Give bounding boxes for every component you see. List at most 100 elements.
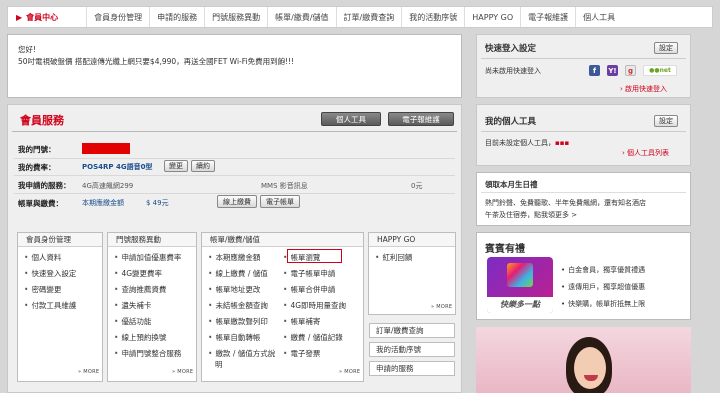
nav-member-center[interactable]: ▶ 會員中心: [8, 7, 88, 27]
bill-text: 本期應繳金額: [82, 199, 124, 207]
column-happygo: HAPPY GO • 紅利回饋 » MORE: [368, 232, 456, 315]
phone-number-redacted: [82, 143, 130, 154]
phone-label: 我的門號：: [18, 145, 56, 154]
birthday-title: 領取本月生日禮: [485, 180, 538, 189]
yahoo-icon[interactable]: Y!: [607, 65, 618, 76]
tools-list-link[interactable]: › 個人工具列表: [622, 148, 669, 158]
plan-value: POS4RP 4G語音0型: [82, 163, 153, 171]
nav-item[interactable]: 帳單/繳費/儲值: [268, 7, 337, 27]
newsletter-button[interactable]: 電子報維護: [388, 112, 454, 126]
link-item[interactable]: • 本期應繳金額: [208, 252, 260, 263]
renew-button[interactable]: 續約: [191, 160, 215, 172]
member-services: 會員服務 個人工具 電子報維護 我的門號： 我的費率： POS4RP 4G語音0…: [7, 104, 462, 393]
quick-login-title: 快速登入設定: [485, 44, 537, 54]
link-item[interactable]: • 查詢推薦資費: [114, 284, 166, 295]
nav-item[interactable]: 我的活動序號: [402, 7, 466, 27]
orders-query-button[interactable]: 訂單/繳費查詢: [369, 323, 455, 338]
activity-serial-button[interactable]: 我的活動序號: [369, 342, 455, 357]
enable-quick-login-link[interactable]: › 啟用快速登入: [620, 84, 667, 94]
link-item[interactable]: • 帳單繳款聲列印: [208, 316, 268, 327]
personal-tools-box: 我的個人工具 設定 目前未設定個人工具，▪▪▪ › 個人工具列表: [476, 104, 691, 166]
happygo-logo-icon: [507, 263, 533, 287]
nav-item[interactable]: 電子報維護: [521, 7, 577, 27]
quick-login-status: 尚未啟用快速登入: [485, 67, 541, 75]
nav-item[interactable]: HAPPY GO: [465, 7, 522, 27]
birthday-gift-box[interactable]: 領取本月生日禮 熱門鈴聲、免費聽歌、半年免費飆網，還有知名酒店 午茶及住宿券，點…: [476, 172, 691, 226]
top-nav: ▶ 會員中心 會員身份管理 申請的服務 門號服務異動 帳單/繳費/儲值 訂單/繳費…: [7, 6, 713, 28]
divider: [481, 192, 686, 193]
promo-banner[interactable]: [476, 327, 691, 393]
quick-login-box: 快速登入設定 設定 尚未啟用快速登入 f Y! g ●●net › 啟用快速登入: [476, 34, 691, 98]
column-header: 門號服務異動: [108, 233, 196, 247]
divider: [481, 58, 686, 59]
nav-item[interactable]: 訂單/繳費查詢: [337, 7, 403, 27]
applied-services-button[interactable]: 申請的服務: [369, 361, 455, 376]
tools-settings-button[interactable]: 設定: [654, 115, 678, 127]
link-item[interactable]: • 線上預約換號: [114, 332, 166, 343]
personal-tools-button[interactable]: 個人工具: [321, 112, 381, 126]
column-billing: 帳單/繳費/儲值 • 本期應繳金額 • 線上繳費 / 儲值 • 帳單地址更改 • 未結帳…: [201, 232, 364, 382]
nav-item[interactable]: 申請的服務: [150, 7, 206, 27]
column-header: 帳單/繳費/儲值: [202, 233, 363, 247]
more-link[interactable]: » MORE: [78, 369, 99, 375]
link-item[interactable]: • 線上繳費 / 儲值: [208, 268, 268, 279]
link-item[interactable]: • 繳費 / 儲值記錄: [283, 332, 343, 343]
link-item[interactable]: • 付款工具維護: [24, 300, 76, 311]
link-item[interactable]: • 帳單地址更改: [208, 284, 260, 295]
column-header: 會員身份管理: [18, 233, 102, 247]
link-item[interactable]: • 申請門號整合服務: [114, 348, 181, 359]
more-link[interactable]: » MORE: [431, 304, 452, 310]
ebill-button[interactable]: 電子帳單: [260, 195, 300, 208]
divider: [14, 193, 455, 194]
nav-item[interactable]: 個人工具: [576, 7, 622, 27]
divider: [12, 131, 457, 132]
triangle-icon: ▶: [16, 12, 23, 22]
google-icon[interactable]: g: [625, 65, 636, 76]
gift-item[interactable]: • 快樂購，帳單折抵無上限: [561, 299, 645, 309]
link-item[interactable]: • 個人資料: [24, 252, 61, 263]
social-login-icon[interactable]: ●●net: [643, 65, 677, 76]
gift-item[interactable]: • 白金會員，獨享優質禮遇: [561, 265, 645, 275]
link-item[interactable]: • 遺失補卡: [114, 300, 151, 311]
bill-label: 帳單與繳費：: [18, 199, 63, 208]
nav-item[interactable]: 門號服務異動: [205, 7, 269, 27]
bill-amount: $ 49元: [146, 199, 169, 207]
link-item[interactable]: • 帳單自動轉帳: [208, 332, 260, 343]
more-link[interactable]: » MORE: [172, 369, 193, 375]
service-item: 4G高速飆網299: [82, 182, 134, 190]
link-item[interactable]: • 申請加值優惠費率: [114, 252, 181, 263]
promo-message[interactable]: 50吋電視破盤價 搭配遠傳光纖上網只要$4,990，再送全國FET Wi-Fi免…: [18, 56, 451, 68]
facebook-icon[interactable]: f: [589, 65, 600, 76]
divider: [14, 158, 455, 159]
link-item[interactable]: • 快速登入設定: [24, 268, 76, 279]
link-item[interactable]: • 繳款 / 儲值方式說明: [208, 348, 278, 370]
link-item[interactable]: • 優話功能: [114, 316, 151, 327]
gift-title: 賓賓有禮: [485, 244, 525, 255]
section-title: 會員服務: [20, 114, 64, 127]
online-pay-button[interactable]: 線上繳費: [217, 195, 257, 208]
link-item[interactable]: • 密碼變更: [24, 284, 61, 295]
link-item[interactable]: • 未結帳金額查詢: [208, 300, 268, 311]
column-header: HAPPY GO: [369, 233, 455, 247]
link-item[interactable]: • 紅利回饋: [375, 252, 412, 263]
column-number-services: 門號服務異動 • 申請加值優惠費率 • 4G變更費率 • 查詢推薦資費 • 遺失補卡 •…: [107, 232, 197, 382]
highlight-box: [287, 249, 342, 263]
link-item[interactable]: • 4G變更費率: [114, 268, 162, 279]
link-item[interactable]: • 帳單合併申請: [283, 284, 335, 295]
link-item[interactable]: • 4G即時用量查詢: [283, 300, 346, 311]
more-link[interactable]: » MORE: [339, 369, 360, 375]
change-plan-button[interactable]: 變更: [164, 160, 188, 172]
gift-item[interactable]: • 遠傳用戶，獨享超值優惠: [561, 282, 645, 292]
tools-status: 目前未設定個人工具，▪▪▪: [485, 139, 570, 147]
link-item[interactable]: • 電子帳單申請: [283, 268, 335, 279]
link-item[interactable]: • 帳單補寄: [283, 316, 320, 327]
happygo-card[interactable]: 快樂多一點: [487, 257, 553, 313]
gift-box: 賓賓有禮 快樂多一點 • 白金會員，獨享優質禮遇 • 遠傳用戶，獨享超值優惠 • 快樂…: [476, 232, 691, 320]
plan-label: 我的費率：: [18, 163, 56, 172]
birthday-text: 午茶及住宿券，點我領更多 >: [485, 211, 578, 219]
column-account: 會員身份管理 • 個人資料 • 快速登入設定 • 密碼變更 • 付款工具維護 » MOR…: [17, 232, 103, 382]
nav-item[interactable]: 會員身份管理: [87, 7, 151, 27]
link-item[interactable]: • 電子發票: [283, 348, 320, 359]
divider: [14, 175, 455, 176]
quick-login-settings-button[interactable]: 設定: [654, 42, 678, 54]
